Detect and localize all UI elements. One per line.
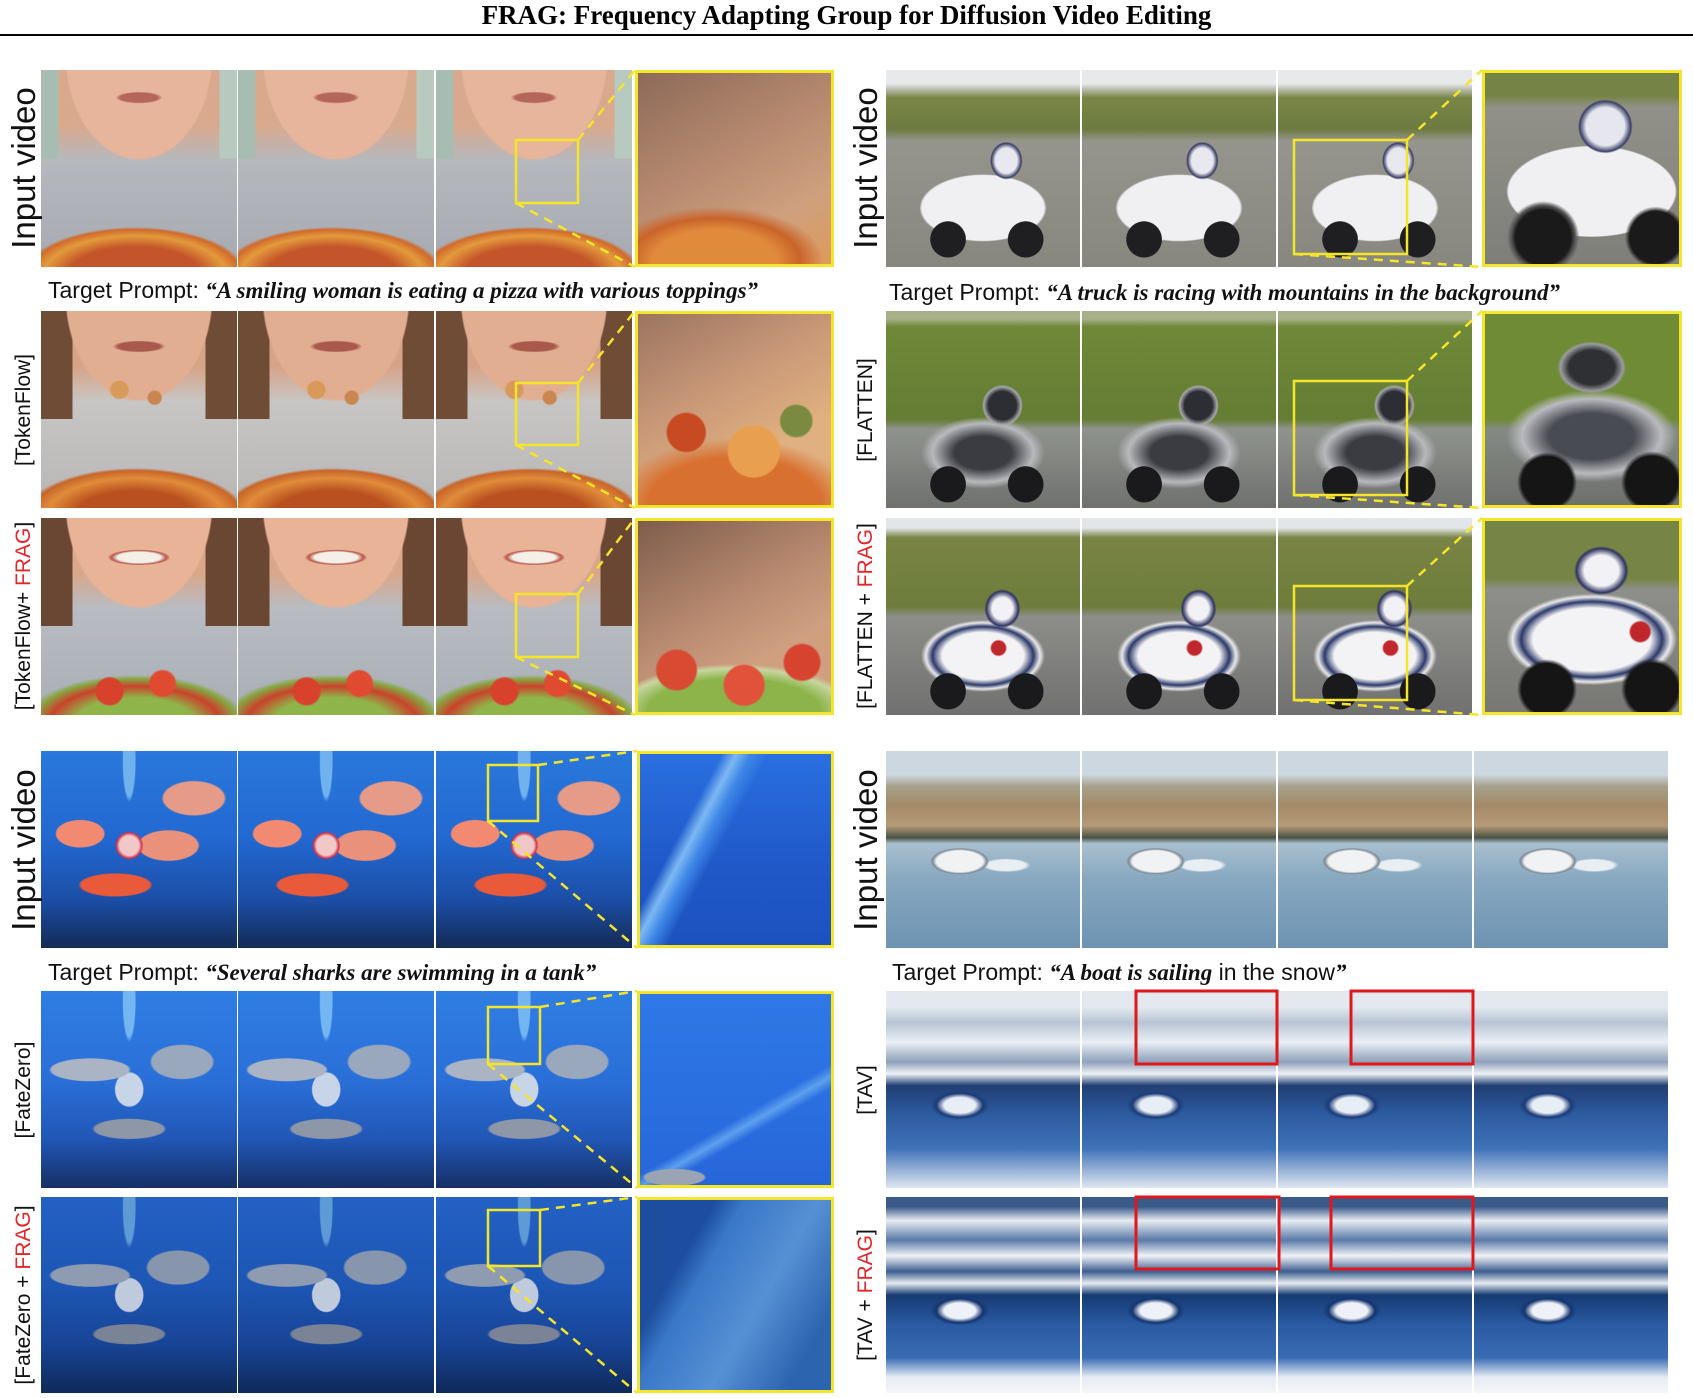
boat-input-label: Input video [847, 769, 884, 931]
frag-label-bracket: ] [854, 523, 877, 529]
prompt-quote: “A boat is sailing [1049, 960, 1213, 985]
pizza-input-frame-1 [41, 70, 237, 267]
fish-input-zoom-view [637, 751, 834, 948]
fish-baseline-frame-1 [41, 991, 237, 1188]
boat-frag-frame-2 [1082, 1197, 1276, 1393]
frag-highlight: FRAG [12, 527, 35, 586]
truck-baseline-label: [FLATTEN] [854, 358, 877, 462]
pizza-input-frame-3 [436, 70, 632, 267]
truck-frag-frame-1 [886, 518, 1080, 715]
boat-frag-frame-4 [1474, 1197, 1668, 1393]
pizza-frag-frame-3 [436, 518, 632, 715]
boat-baseline-frame-4 [1474, 991, 1668, 1188]
pizza-baseline-zoom-view [635, 311, 834, 508]
fish-baseline-frame-3 [436, 991, 632, 1188]
fish-baseline-label: [FateZero] [12, 1041, 35, 1139]
pizza-frag-label: [TokenFlow+ FRAG] [6, 516, 42, 716]
truck-baseline-frame-1 [886, 311, 1080, 508]
pizza-baseline-label: [TokenFlow] [12, 353, 35, 467]
figure-page: FRAG: Frequency Adapting Group for Diffu… [0, 0, 1693, 1398]
truck-baseline-frame-3 [1278, 311, 1472, 508]
boat-input-frame-2 [1082, 751, 1276, 948]
title-rule [0, 34, 1693, 36]
fish-frag-label: [FateZero + FRAG] [6, 1195, 42, 1395]
frag-highlight: FRAG [12, 1211, 35, 1270]
fish-baseline-zoom-view [637, 991, 834, 1188]
truck-frag-frame-2 [1082, 518, 1276, 715]
boat-input-frame-3 [1278, 751, 1472, 948]
truck-baseline-frame-2 [1082, 311, 1276, 508]
truck-frag-frame-3 [1278, 518, 1472, 715]
fish-input-frame-2 [238, 751, 434, 948]
pizza-frag-frame-1 [41, 518, 237, 715]
fish-input-label: Input video [5, 769, 42, 931]
fish-frag-frame-3 [436, 1197, 632, 1393]
prompt-prefix: Target Prompt: [48, 959, 206, 985]
prompt-prefix: Target Prompt: [48, 277, 206, 303]
boat-input-frame-1 [886, 751, 1080, 948]
prompt-quote-plain: in the snow [1212, 959, 1335, 985]
truck-baseline-zoom-view [1482, 311, 1682, 508]
boat-input-frame-4 [1474, 751, 1668, 948]
truck-input-frame-1 [886, 70, 1080, 267]
frag-highlight: FRAG [854, 528, 877, 588]
truck-input-label: Input video [847, 87, 884, 249]
frag-label-bracket: ] [12, 521, 35, 528]
truck-input-frame-2 [1082, 70, 1276, 267]
fish-frag-frame-1 [41, 1197, 237, 1393]
fish-target-prompt: Target Prompt: “Several sharks are swimm… [48, 958, 596, 986]
frag-label-method: [TokenFlow+ [12, 585, 35, 711]
boat-baseline-frame-1 [886, 991, 1080, 1188]
pizza-input-label: Input video [5, 87, 42, 249]
pizza-frag-zoom-view [635, 518, 834, 715]
pizza-input-frame-2 [238, 70, 434, 267]
pizza-input-zoom-view [635, 70, 834, 267]
pizza-baseline-frame-1 [41, 311, 237, 508]
frag-label-bracket: ] [12, 1205, 35, 1212]
pizza-baseline-frame-3 [436, 311, 632, 508]
fish-input-frame-1 [41, 751, 237, 948]
boat-baseline-label: [TAV] [854, 1065, 877, 1115]
boat-frag-frame-1 [886, 1197, 1080, 1393]
frag-highlight: FRAG [854, 1235, 877, 1294]
boat-frag-label: [TAV + FRAG] [848, 1195, 884, 1395]
figure-title: FRAG: Frequency Adapting Group for Diffu… [481, 0, 1212, 30]
fish-frag-frame-2 [238, 1197, 434, 1393]
fish-baseline-frame-2 [238, 991, 434, 1188]
truck-input-zoom-view [1482, 70, 1682, 267]
frag-label-bracket: ] [854, 1229, 877, 1235]
fish-frag-zoom-view [637, 1197, 834, 1393]
pizza-baseline-frame-2 [238, 311, 434, 508]
truck-frag-label: [FLATTEN + FRAG] [848, 516, 884, 716]
pizza-target-prompt: Target Prompt: “A smiling woman is eatin… [48, 276, 758, 304]
truck-target-prompt: Target Prompt: “A truck is racing with m… [889, 278, 1560, 306]
frag-label-method: [FateZero + [12, 1269, 35, 1385]
truck-input-frame-3 [1278, 70, 1472, 267]
prompt-prefix: Target Prompt: [889, 279, 1047, 305]
prompt-quote: “A smiling woman is eating a pizza with … [205, 278, 759, 303]
frag-label-method: [TAV + [854, 1293, 877, 1361]
boat-target-prompt: Target Prompt: “A boat is sailing in the… [892, 958, 1346, 986]
boat-frag-frame-3 [1278, 1197, 1472, 1393]
prompt-prefix: Target Prompt: [892, 959, 1050, 985]
prompt-quote: “Several sharks are swimming in a tank” [205, 960, 597, 985]
truck-frag-zoom-view [1482, 518, 1682, 715]
prompt-quote: “A truck is racing with mountains in the… [1046, 280, 1561, 305]
boat-baseline-frame-3 [1278, 991, 1472, 1188]
fish-input-frame-3 [436, 751, 632, 948]
frag-label-method: [FLATTEN + [854, 587, 877, 709]
pizza-frag-frame-2 [238, 518, 434, 715]
prompt-quote-end: ” [1334, 960, 1347, 985]
boat-baseline-frame-2 [1082, 991, 1276, 1188]
